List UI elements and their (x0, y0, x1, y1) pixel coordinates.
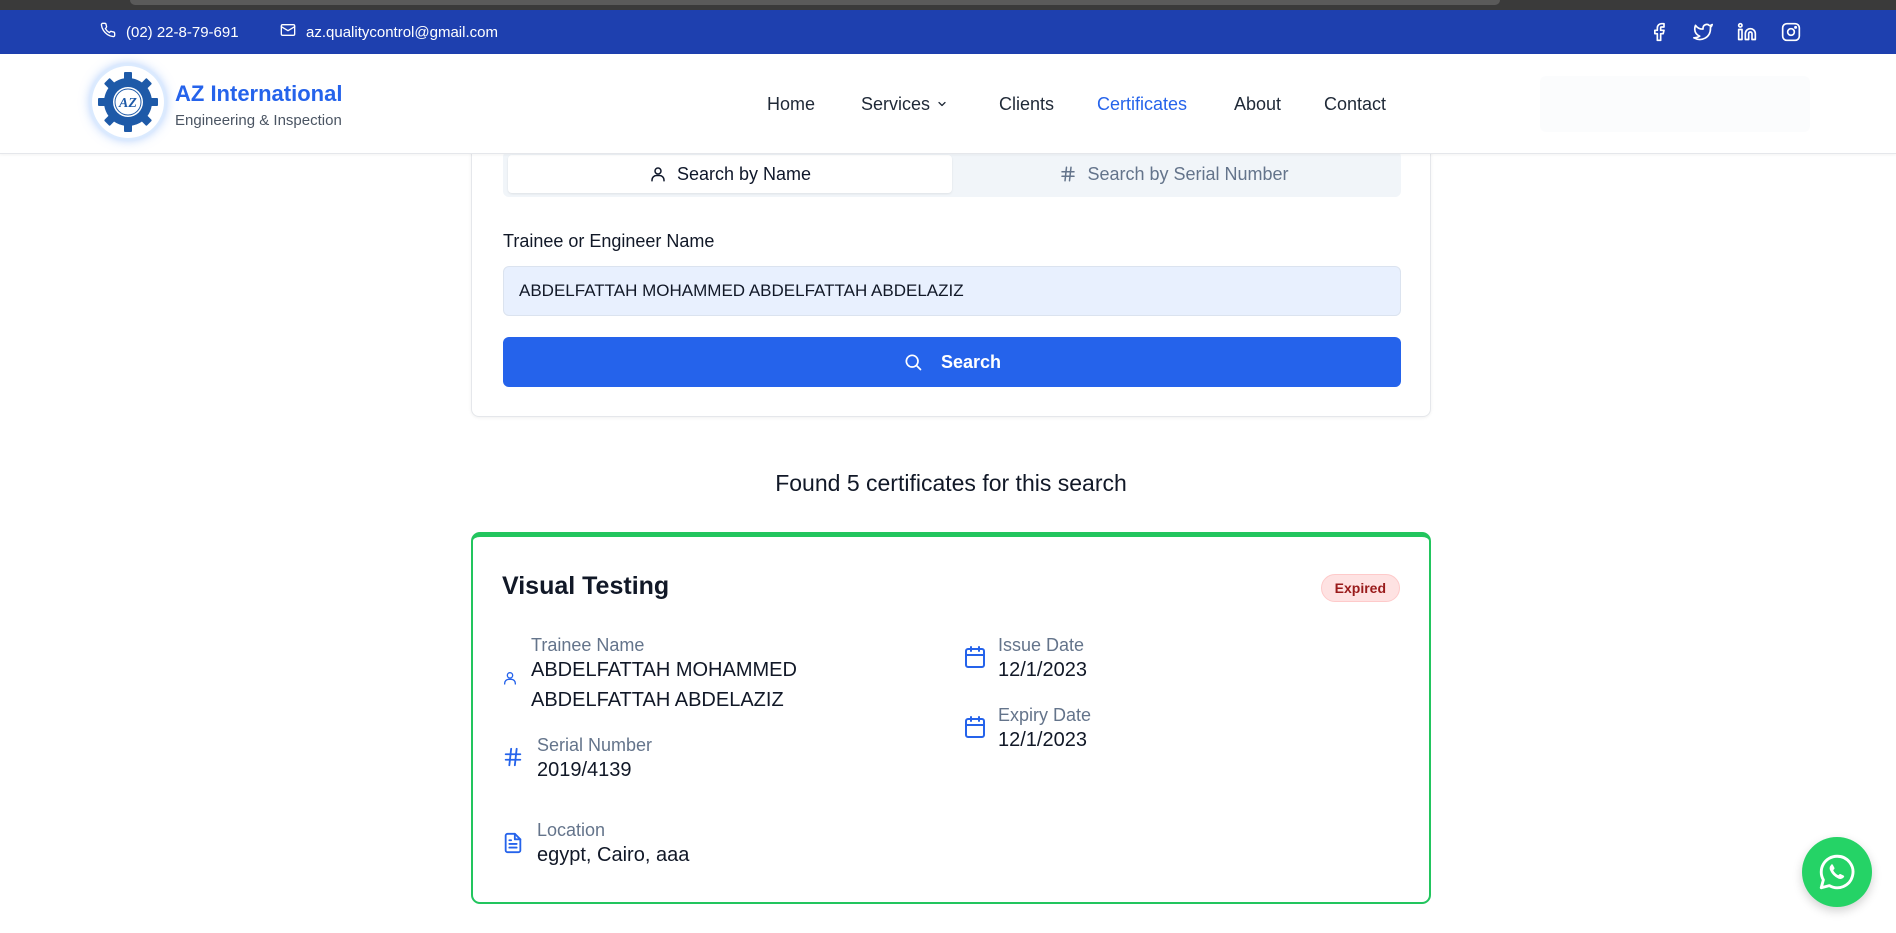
phone-number: (02) 22-8-79-691 (126, 23, 239, 41)
browser-tab-strip (130, 0, 1500, 5)
calendar-icon (963, 645, 987, 674)
issue-date-field: Issue Date 12/1/2023 (963, 635, 1363, 690)
nav-about[interactable]: About (1234, 94, 1281, 115)
nav-contact[interactable]: Contact (1324, 94, 1386, 115)
whatsapp-chat-button[interactable] (1802, 837, 1872, 907)
name-field-label: Trainee or Engineer Name (503, 231, 715, 251)
tab-search-by-serial[interactable]: Search by Serial Number (952, 155, 1396, 193)
company-logo[interactable]: AZ (92, 66, 164, 138)
tab-search-by-name-label: Search by Name (676, 163, 812, 184)
tab-search-by-name[interactable]: Search by Name (508, 155, 952, 193)
serial-number-field: Serial Number 2019/4139 (502, 735, 902, 790)
phone-icon (100, 22, 116, 42)
user-icon (651, 167, 665, 182)
chevron-down-icon (938, 101, 946, 107)
twitter-icon[interactable] (1692, 21, 1714, 43)
linkedin-icon[interactable] (1736, 21, 1758, 43)
nav-clients[interactable]: Clients (999, 94, 1054, 115)
issue-date-value: 12/1/2023 (998, 659, 1087, 681)
serial-number-label: Serial Number (537, 735, 653, 755)
certificate-search-card: Search by Name Search by Serial Number T… (471, 120, 1431, 417)
site-header: AZ AZ International Engineering & Inspec… (0, 54, 1896, 154)
status-badge: Expired (1320, 574, 1400, 602)
certificate-card: Visual Testing Expired Trainee Name ABDE… (471, 532, 1431, 904)
trainee-name-label: Trainee Name (531, 635, 645, 655)
header-faded-button (1540, 76, 1810, 132)
mail-icon (280, 22, 296, 42)
certificate-title: Visual Testing (502, 572, 670, 600)
hash-icon (502, 745, 524, 774)
location-value: egypt, Cairo, aaa (537, 844, 690, 866)
serial-number-value: 2019/4139 (537, 759, 632, 781)
document-icon (502, 830, 524, 861)
nav-home[interactable]: Home (767, 94, 815, 115)
expiry-date-value: 12/1/2023 (998, 729, 1087, 751)
trainee-name-field: Trainee Name ABDELFATTAH MOHAMMED ABDELF… (502, 635, 902, 715)
search-icon (905, 354, 922, 371)
trainee-name-line-2: ABDELFATTAH ABDELAZIZ (531, 689, 784, 711)
issue-date-label: Issue Date (998, 635, 1085, 655)
calendar-icon (963, 715, 987, 744)
social-links (1648, 10, 1802, 54)
brand-name[interactable]: AZ International (175, 81, 342, 107)
expiry-date-field: Expiry Date 12/1/2023 (963, 705, 1363, 760)
top-contact-bar: (02) 22-8-79-691 az.qualitycontrol@gmail… (0, 10, 1896, 54)
nav-services[interactable]: Services (861, 94, 948, 115)
whatsapp-icon (1819, 854, 1855, 890)
expiry-date-label: Expiry Date (998, 705, 1092, 725)
browser-frame-edge (0, 0, 1896, 10)
facebook-icon[interactable] (1648, 21, 1670, 43)
hash-icon (1061, 166, 1076, 182)
nav-services-label: Services (861, 93, 931, 114)
search-button-label: Search (940, 351, 1002, 372)
user-icon (502, 670, 518, 691)
location-field: Location egypt, Cairo, aaa (502, 820, 902, 875)
email-address: az.qualitycontrol@gmail.com (306, 23, 498, 41)
brand-tagline: Engineering & Inspection (175, 112, 342, 129)
tab-search-by-serial-label: Search by Serial Number (1087, 163, 1289, 184)
instagram-icon[interactable] (1780, 21, 1802, 43)
name-search-input[interactable] (503, 266, 1401, 316)
nav-certificates[interactable]: Certificates (1097, 94, 1187, 115)
location-label: Location (537, 820, 606, 840)
search-button[interactable]: Search (503, 337, 1401, 387)
gear-logo-icon: AZ (98, 72, 158, 132)
results-summary: Found 5 certificates for this search (775, 470, 1127, 496)
search-mode-tabs: Search by Name Search by Serial Number (503, 151, 1401, 197)
svg-text:AZ: AZ (118, 96, 137, 111)
phone-contact[interactable]: (02) 22-8-79-691 (100, 10, 239, 54)
email-contact[interactable]: az.qualitycontrol@gmail.com (280, 10, 498, 54)
trainee-name-line-1: ABDELFATTAH MOHAMMED (531, 659, 797, 681)
